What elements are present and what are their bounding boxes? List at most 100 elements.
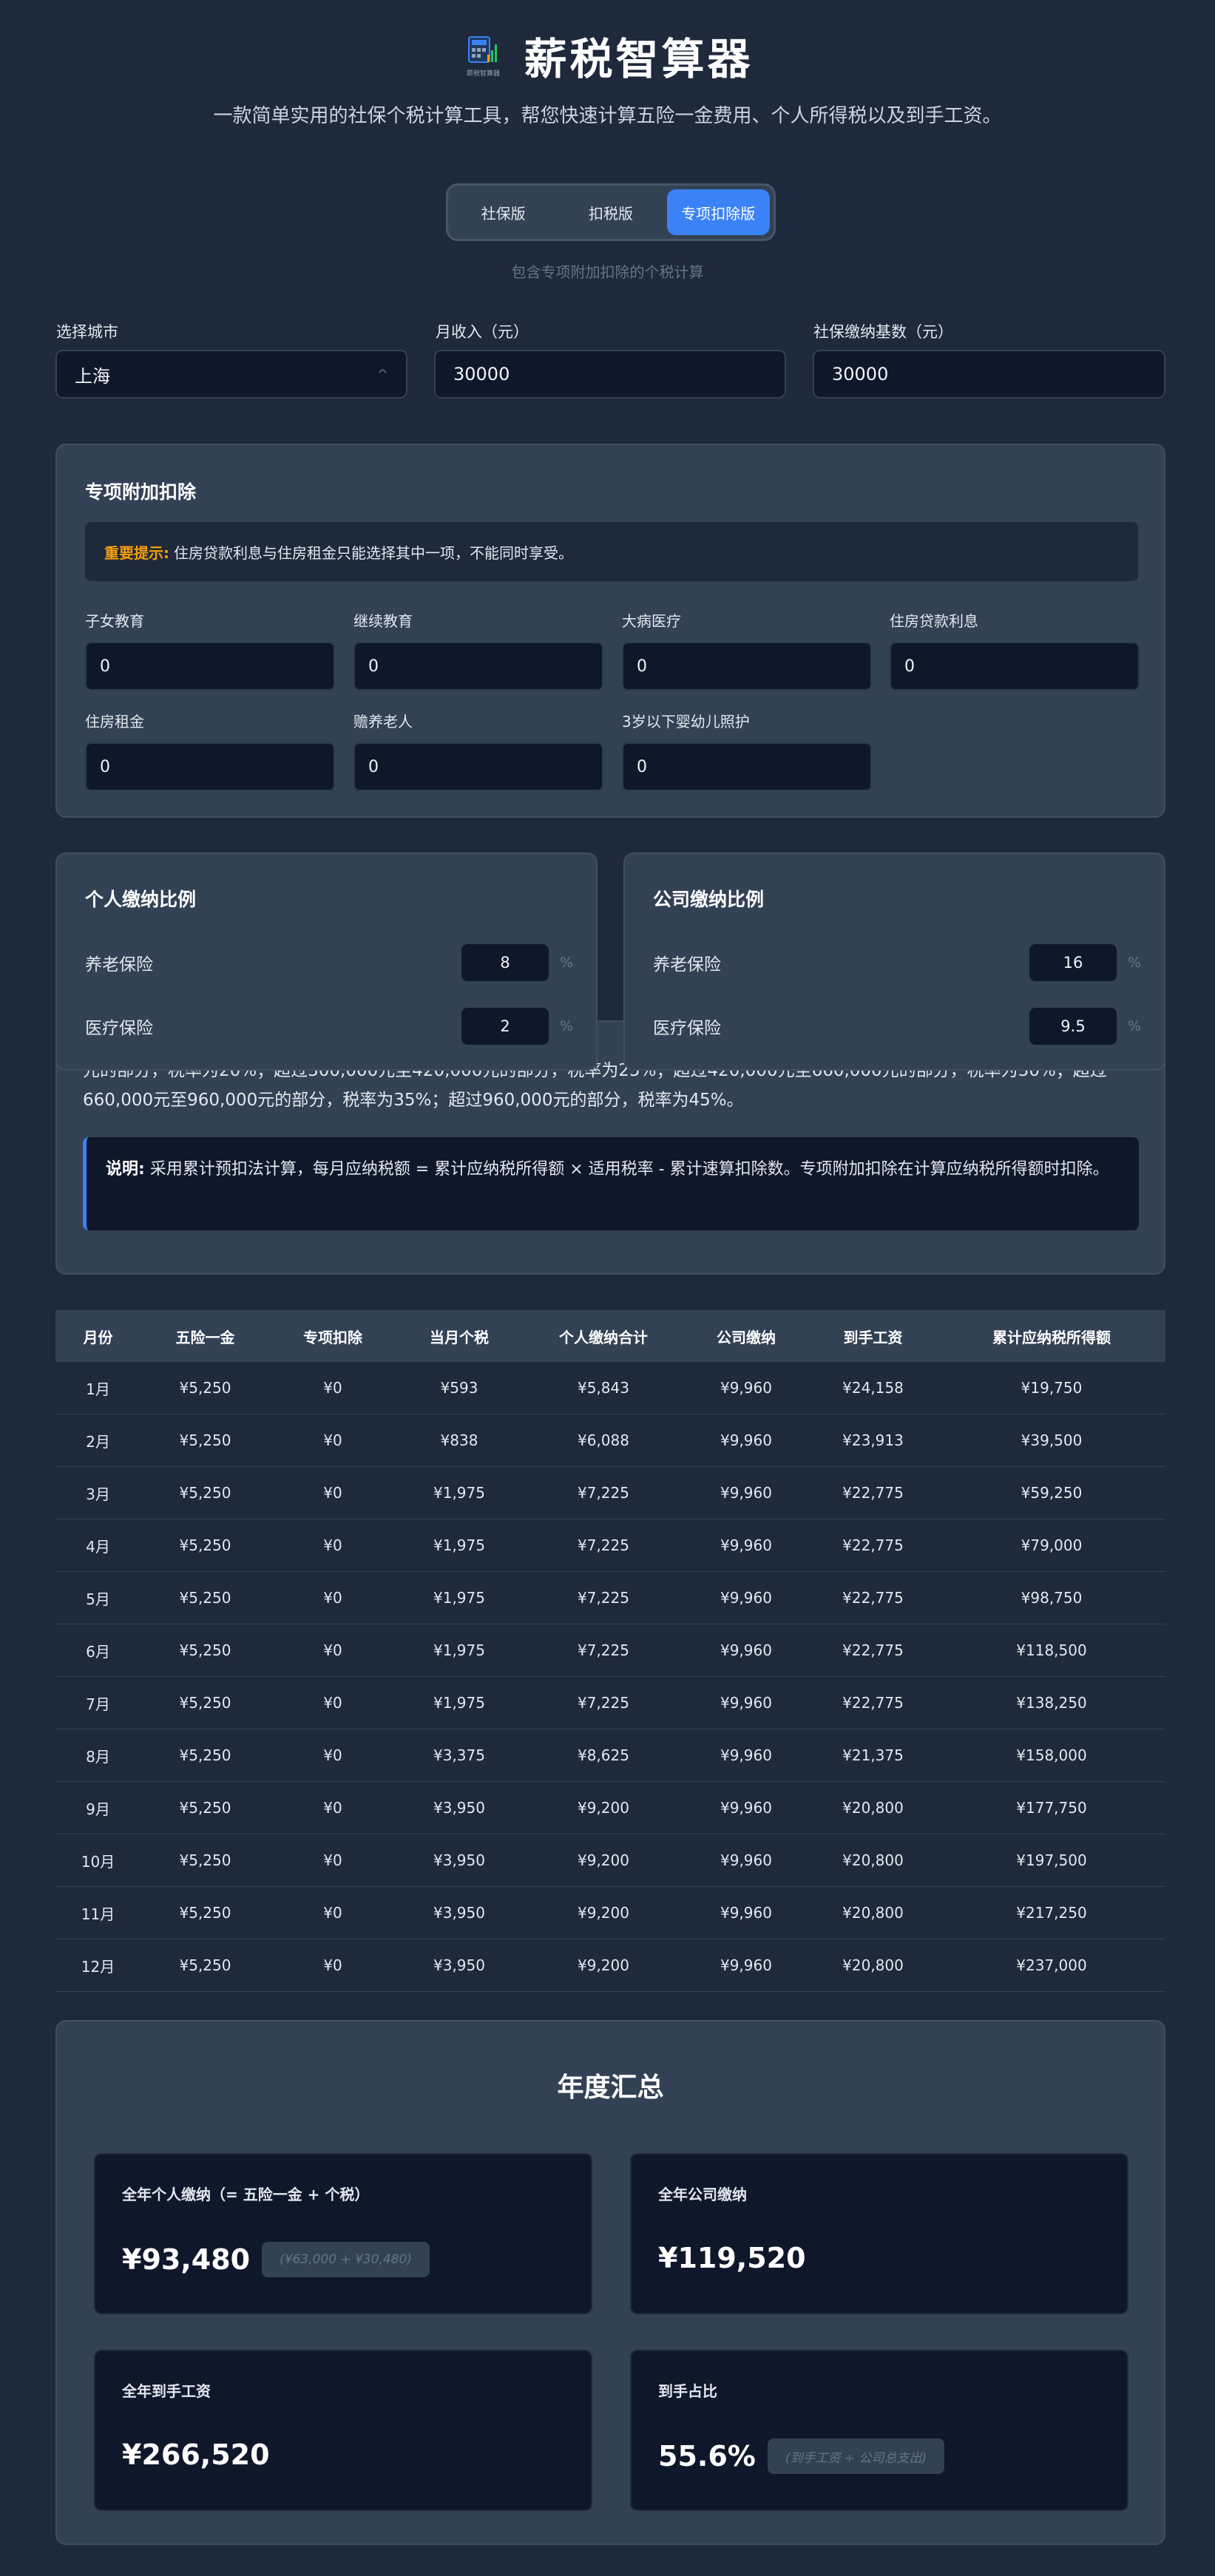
table-cell: ¥0 xyxy=(323,1536,342,1554)
table-row: 10月 ¥5,250 ¥0 ¥3,950 ¥9,200 ¥9,960 ¥20,800 ¥197… xyxy=(55,1834,1165,1887)
header-insurance: 五险一金 xyxy=(175,1328,235,1346)
income-input[interactable]: 30000 xyxy=(434,350,786,399)
deduction-input-continuing-education[interactable]: 0 xyxy=(353,642,603,691)
notice-text: 住房贷款利息与住房租金只能选择其中一项，不能同时享受。 xyxy=(174,543,573,562)
table-cell: 3月 xyxy=(86,1485,110,1503)
tab-social-security[interactable]: 社保版 xyxy=(452,189,555,235)
summary-label: 全年个人缴纳（= 五险一金 + 个税） xyxy=(122,2186,370,2203)
app-header: 薪税智算器 薪税智算器 一款简单实用的社保个税计算工具，帮您快速计算五险一金费用… xyxy=(0,22,1215,128)
deduction-input-elderly-support[interactable]: 0 xyxy=(353,742,603,791)
table-cell: 8月 xyxy=(86,1747,110,1766)
header-personal-total: 个人缴纳合计 xyxy=(559,1328,648,1346)
table-row: 3月 ¥5,250 ¥0 ¥1,975 ¥7,225 ¥9,960 ¥22,775 ¥59,2… xyxy=(55,1467,1165,1519)
base-input[interactable]: 30000 xyxy=(813,350,1165,399)
table-cell: ¥7,225 xyxy=(578,1589,629,1607)
table-cell: ¥9,960 xyxy=(720,1851,772,1869)
table-cell: ¥5,250 xyxy=(179,1851,231,1869)
table-cell: ¥0 xyxy=(323,1589,342,1607)
table-cell: ¥9,960 xyxy=(720,1484,772,1502)
table-cell: 11月 xyxy=(81,1905,115,1923)
tab-special-deduction[interactable]: 专项扣除版 xyxy=(666,189,770,235)
table-cell: ¥5,250 xyxy=(179,1379,231,1397)
summary-value: 55.6% xyxy=(658,2440,756,2472)
header-month: 月份 xyxy=(83,1328,113,1346)
chevron-up-icon: ^ xyxy=(376,366,388,382)
deduction-input-housing-rent[interactable]: 0 xyxy=(85,742,335,791)
deduction-input-child-education[interactable]: 0 xyxy=(85,642,335,691)
base-label: 社保缴纳基数（元） xyxy=(813,323,953,341)
table-cell: ¥1,975 xyxy=(433,1484,485,1502)
summary-card-net-ratio: 到手占比 55.6% (到手工资 ÷ 公司总支出) xyxy=(630,2350,1128,2511)
personal-pension-input[interactable]: 8 xyxy=(461,944,549,981)
city-select[interactable]: 上海 ^ xyxy=(55,350,407,399)
table-cell: ¥9,960 xyxy=(720,1956,772,1974)
deduction-input-mortgage-interest[interactable]: 0 xyxy=(890,642,1140,691)
deduction-label-continuing-education: 继续教育 xyxy=(353,612,413,630)
tab-hint: 包含专项附加扣除的个税计算 xyxy=(511,263,704,281)
table-row: 6月 ¥5,250 ¥0 ¥1,975 ¥7,225 ¥9,960 ¥22,775 ¥118,… xyxy=(55,1624,1165,1677)
table-cell: ¥20,800 xyxy=(842,1904,904,1922)
table-cell: ¥9,200 xyxy=(578,1956,629,1974)
table-cell: ¥5,250 xyxy=(179,1799,231,1817)
summary-card-net-salary: 全年到手工资 ¥266,520 xyxy=(94,2350,592,2511)
company-pension-input[interactable]: 16 xyxy=(1029,944,1117,981)
table-cell: ¥9,960 xyxy=(720,1431,772,1449)
table-cell: ¥9,960 xyxy=(720,1799,772,1817)
personal-pension-row: 养老保险 8 % xyxy=(57,944,596,981)
summary-value: ¥93,480 xyxy=(122,2243,251,2276)
table-cell: ¥9,200 xyxy=(578,1799,629,1817)
table-cell: ¥5,250 xyxy=(179,1641,231,1659)
company-ratio-card: 公司缴纳比例 养老保险 16 % 医疗保险 9.5 % xyxy=(623,853,1165,1071)
personal-ratio-title: 个人缴纳比例 xyxy=(85,889,197,910)
table-cell: ¥8,625 xyxy=(578,1746,629,1764)
logo-caption: 薪税智算器 xyxy=(466,70,500,78)
table-cell: 7月 xyxy=(86,1695,110,1713)
table-cell: ¥9,200 xyxy=(578,1904,629,1922)
table-cell: ¥20,800 xyxy=(842,1956,904,1974)
table-cell: ¥0 xyxy=(323,1851,342,1869)
personal-medical-label: 医疗保险 xyxy=(85,1019,153,1038)
table-cell: ¥1,975 xyxy=(433,1694,485,1712)
table-cell: ¥0 xyxy=(323,1641,342,1659)
company-medical-input[interactable]: 9.5 xyxy=(1029,1008,1117,1045)
deduction-input-serious-illness[interactable]: 0 xyxy=(622,642,872,691)
app-logo: 薪税智算器 xyxy=(461,33,504,78)
table-cell: ¥5,843 xyxy=(578,1379,629,1397)
table-cell: ¥22,775 xyxy=(842,1694,904,1712)
table-cell: ¥3,950 xyxy=(433,1904,485,1922)
city-value: 上海 xyxy=(75,365,110,387)
table-row: 5月 ¥5,250 ¥0 ¥1,975 ¥7,225 ¥9,960 ¥22,775 ¥98,7… xyxy=(55,1572,1165,1624)
percent-sign: % xyxy=(560,1018,574,1034)
deduction-input-infant-care[interactable]: 0 xyxy=(622,742,872,791)
table-row: 9月 ¥5,250 ¥0 ¥3,950 ¥9,200 ¥9,960 ¥20,800 ¥177,… xyxy=(55,1782,1165,1834)
table-cell: ¥22,775 xyxy=(842,1536,904,1554)
table-cell: ¥9,960 xyxy=(720,1904,772,1922)
explain-text: 采用累计预扣法计算，每月应纳税额 = 累计应纳税所得额 × 适用税率 - 累计速… xyxy=(149,1160,1109,1179)
table-cell: ¥3,950 xyxy=(433,1956,485,1974)
deduction-label-serious-illness: 大病医疗 xyxy=(622,612,681,630)
table-row: 11月 ¥5,250 ¥0 ¥3,950 ¥9,200 ¥9,960 ¥20,800 ¥217… xyxy=(55,1887,1165,1939)
table-cell: ¥23,913 xyxy=(842,1431,904,1449)
table-cell: ¥5,250 xyxy=(179,1904,231,1922)
table-cell: ¥19,750 xyxy=(1021,1379,1083,1397)
table-cell: ¥9,960 xyxy=(720,1589,772,1607)
deduction-label-elderly-support: 赡养老人 xyxy=(353,713,413,731)
table-cell: ¥0 xyxy=(323,1956,342,1974)
personal-medical-input[interactable]: 2 xyxy=(461,1008,549,1045)
special-deductions-title: 专项附加扣除 xyxy=(85,481,197,503)
personal-pension-label: 养老保险 xyxy=(85,955,153,975)
deduction-label-housing-rent: 住房租金 xyxy=(85,713,144,731)
table-cell: ¥5,250 xyxy=(179,1431,231,1449)
tab-tax[interactable]: 扣税版 xyxy=(559,189,662,235)
table-cell: ¥177,750 xyxy=(1016,1799,1087,1817)
table-cell: ¥20,800 xyxy=(842,1851,904,1869)
table-cell: ¥9,960 xyxy=(720,1694,772,1712)
table-cell: ¥21,375 xyxy=(842,1746,904,1764)
header-net-salary: 到手工资 xyxy=(843,1328,903,1346)
table-cell: ¥1,975 xyxy=(433,1641,485,1659)
explain-strong: 说明: xyxy=(106,1160,145,1179)
deduction-label-infant-care: 3岁以下婴幼儿照护 xyxy=(622,713,750,731)
table-cell: ¥118,500 xyxy=(1016,1641,1087,1659)
calculation-explanation: 说明: 采用累计预扣法计算，每月应纳税额 = 累计应纳税所得额 × 适用税率 -… xyxy=(83,1137,1139,1230)
deduction-label-child-education: 子女教育 xyxy=(85,612,144,630)
